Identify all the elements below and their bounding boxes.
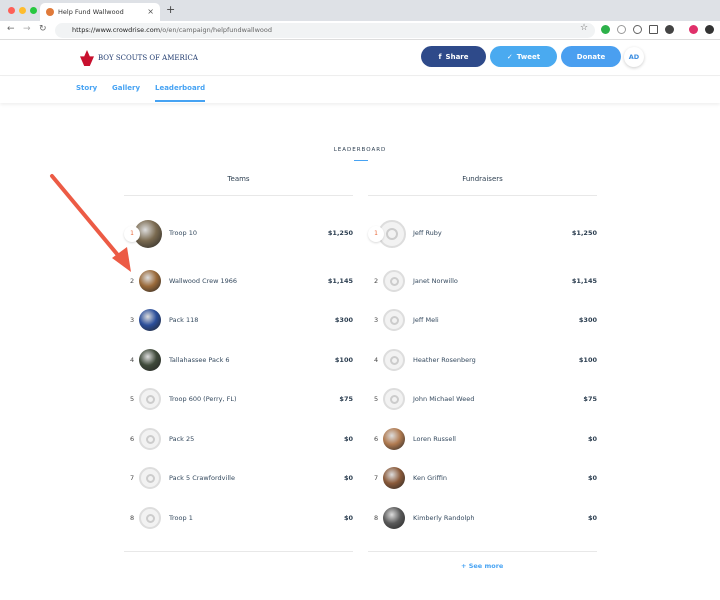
red-arrow-annotation	[50, 174, 131, 272]
rank: 1	[124, 226, 140, 242]
rank: 1	[368, 226, 384, 242]
